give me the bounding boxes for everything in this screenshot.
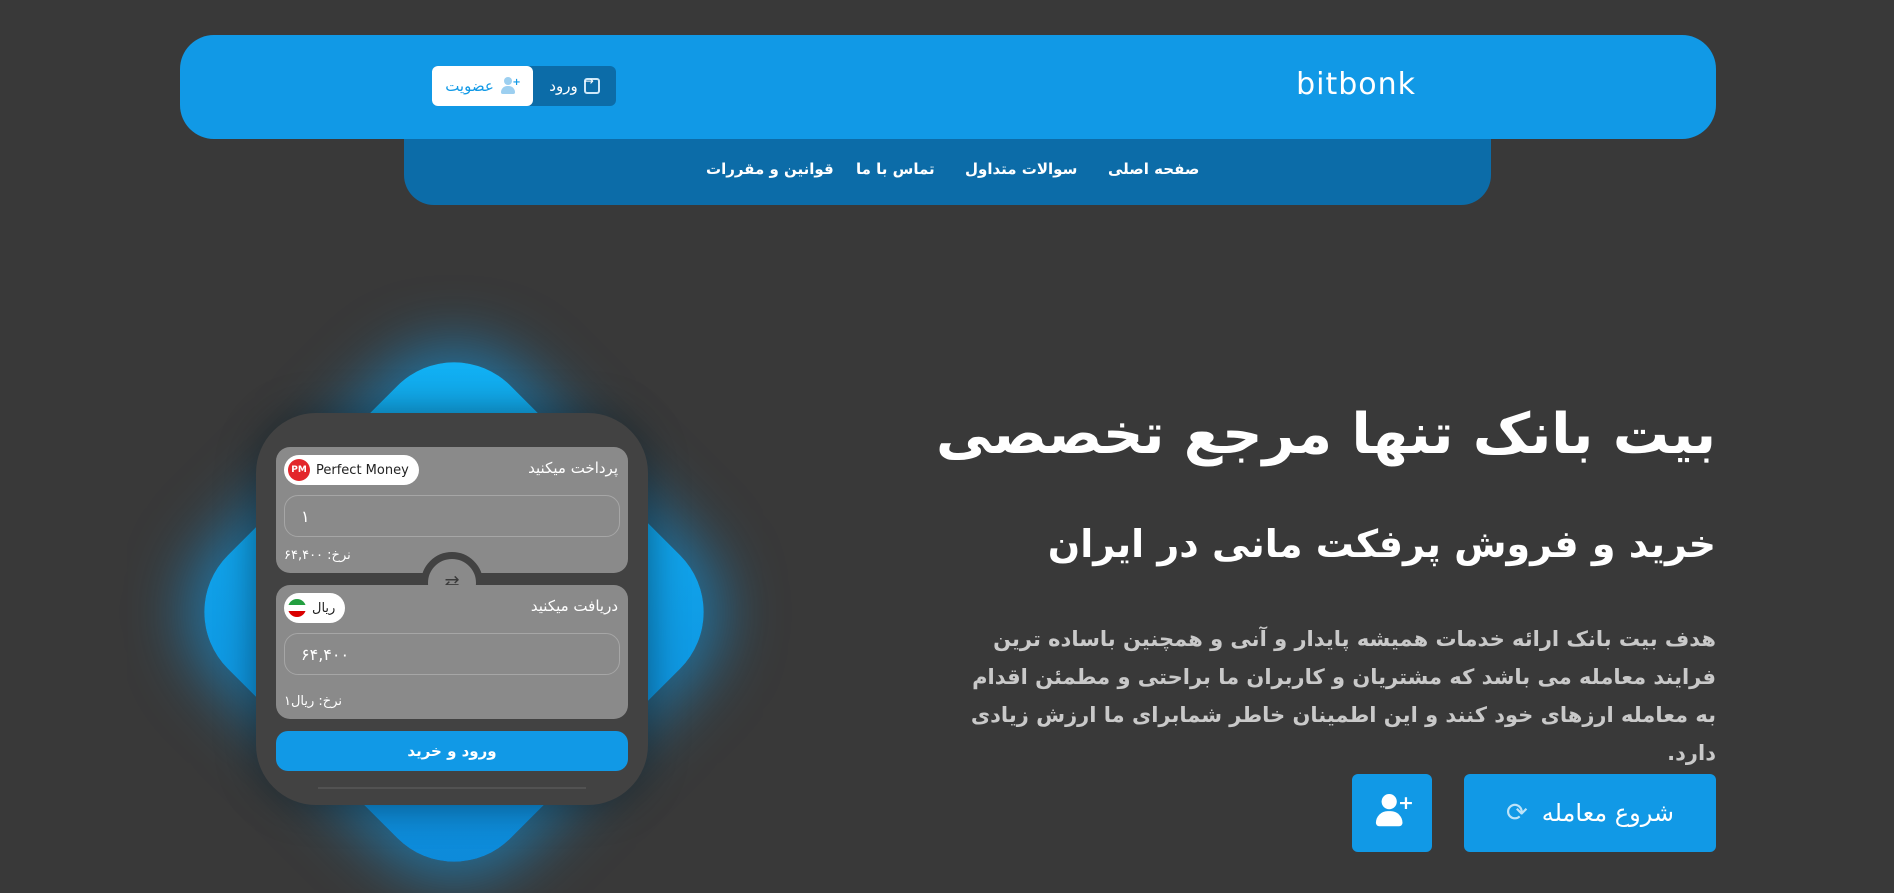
header-bar: bitbonk عضویت + ورود: [180, 35, 1716, 139]
auth-button-group: عضویت + ورود: [432, 66, 616, 106]
nav-item-contact[interactable]: تماس با ما: [856, 160, 935, 178]
receive-currency-select[interactable]: ریال: [284, 593, 346, 623]
hero-description: هدف بیت بانک ارائه خدمات همیشه پایدار و …: [970, 627, 1716, 765]
start-trade-button[interactable]: ⟳ شروع معامله: [1464, 774, 1716, 852]
login-and-buy-button[interactable]: ورود و خرید: [276, 731, 628, 771]
pay-currency-select[interactable]: PM Perfect Money: [284, 455, 419, 485]
login-button[interactable]: ورود: [533, 66, 616, 106]
login-label: ورود: [549, 77, 578, 95]
receive-label: دریافت میکنید: [530, 597, 618, 615]
hero-title: بیت بانک تنها مرجع تخصصی: [936, 402, 1716, 467]
receive-card: دریافت میکنید ریال ۶۴,۴۰۰ نرخ: ریال۱: [276, 585, 628, 719]
hero-subtitle: خرید و فروش پرفکت مانی در ایران: [1047, 522, 1716, 566]
signup-label: عضویت: [445, 77, 494, 95]
nav-item-terms[interactable]: قوانین و مقررات: [706, 160, 834, 178]
receive-amount-input[interactable]: ۶۴,۴۰۰: [284, 633, 620, 675]
receive-rate: نرخ: ریال۱: [284, 694, 342, 709]
logo[interactable]: bitbonk: [1296, 67, 1416, 102]
divider: [318, 787, 586, 789]
perfect-money-icon: PM: [288, 459, 310, 481]
start-trade-label: شروع معامله: [1541, 799, 1675, 827]
add-user-icon: +: [1374, 794, 1414, 828]
register-button[interactable]: +: [1352, 774, 1432, 852]
refresh-icon: ⟳: [1505, 798, 1528, 828]
nav-item-faq[interactable]: سوالات متداول: [965, 160, 1077, 178]
pay-currency-label: Perfect Money: [316, 462, 409, 478]
signup-button[interactable]: عضویت +: [432, 66, 533, 106]
receive-currency-label: ریال: [312, 600, 336, 616]
iran-flag-icon: [288, 599, 306, 617]
nav-item-home[interactable]: صفحه اصلی: [1108, 160, 1199, 178]
exchange-widget: پرداخت میکنید PM Perfect Money ۱ نرخ: ۶۴…: [256, 413, 648, 805]
login-icon: [583, 74, 600, 94]
add-user-icon: +: [500, 77, 521, 95]
pay-amount-input[interactable]: ۱: [284, 495, 620, 537]
page: bitbonk عضویت + ورود صفحه اصلی سوالات مت…: [0, 0, 1894, 893]
pay-rate: نرخ: ۶۴,۴۰۰: [284, 548, 351, 563]
pay-label: پرداخت میکنید: [528, 459, 618, 477]
main-nav: صفحه اصلی سوالات متداول تماس با ما قوانی…: [404, 139, 1491, 205]
